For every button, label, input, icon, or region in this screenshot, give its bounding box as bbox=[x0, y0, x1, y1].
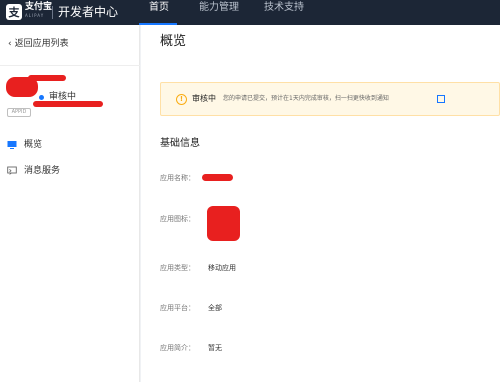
field-value-app-type: 移动应用 bbox=[208, 264, 236, 272]
alert-title: 审核中 bbox=[192, 94, 216, 103]
alipay-logo-icon[interactable]: 支 bbox=[6, 4, 22, 20]
redacted-app-icon bbox=[207, 206, 240, 241]
review-status-alert: ! 审核中 您的申请已提交，预计在1天内完成审核，扫一扫更快收到通知 bbox=[160, 82, 500, 116]
sidebar-item-overview[interactable]: 概览 bbox=[0, 135, 140, 155]
field-label-app-description: 应用简介： bbox=[160, 344, 195, 352]
alert-message: 您的申请已提交，预计在1天内完成审核，扫一扫更快收到通知 bbox=[223, 95, 389, 102]
logo-divider bbox=[52, 6, 53, 19]
sidebar-divider bbox=[0, 65, 140, 66]
warning-icon: ! bbox=[176, 94, 187, 105]
sidebar-item-label: 概览 bbox=[24, 140, 43, 150]
app-status-text: 审核中 bbox=[49, 92, 77, 102]
logo-subtext: ALIPAY bbox=[25, 13, 45, 18]
redacted-app-name bbox=[28, 75, 66, 81]
message-icon bbox=[7, 166, 17, 175]
page-title: 概览 bbox=[160, 34, 187, 49]
nav-capability-management[interactable]: 能力管理 bbox=[199, 0, 239, 25]
section-title-basic-info: 基础信息 bbox=[160, 138, 200, 149]
nav-home[interactable]: 首页 bbox=[149, 0, 169, 25]
sidebar-item-message-service[interactable]: 消息服务 bbox=[0, 161, 140, 181]
logo-text: 支付宝 bbox=[25, 2, 53, 12]
field-value-app-description: 暂无 bbox=[208, 344, 222, 352]
top-navigation-bar: 支 支付宝 ALIPAY 开发者中心 首页 能力管理 技术支持 bbox=[0, 0, 500, 25]
qr-code-icon[interactable] bbox=[437, 95, 445, 103]
main-content: 概览 ! 审核中 您的申请已提交，预计在1天内完成审核，扫一扫更快收到通知 基础… bbox=[141, 25, 500, 382]
field-label-app-platform: 应用平台： bbox=[160, 304, 195, 312]
logo-glyph: 支 bbox=[8, 5, 20, 19]
field-value-app-platform: 全部 bbox=[208, 304, 222, 312]
redacted-app-name-value bbox=[202, 174, 233, 181]
nav-tech-support[interactable]: 技术支持 bbox=[264, 0, 304, 25]
field-label-app-name: 应用名称： bbox=[160, 174, 195, 182]
back-to-app-list-link[interactable]: ‹ 返回应用列表 bbox=[8, 38, 69, 50]
field-label-app-icon: 应用图标： bbox=[160, 215, 195, 223]
sidebar: ‹ 返回应用列表 审核中 APPID 概览 消息服务 bbox=[0, 25, 140, 382]
sidebar-item-label: 消息服务 bbox=[24, 166, 61, 176]
site-title[interactable]: 开发者中心 bbox=[58, 3, 118, 21]
status-dot bbox=[39, 95, 44, 100]
field-label-app-type: 应用类型： bbox=[160, 264, 195, 272]
back-link-label: 返回应用列表 bbox=[14, 39, 69, 49]
chevron-left-icon: ‹ bbox=[8, 39, 12, 49]
monitor-icon bbox=[7, 141, 17, 149]
appid-tag: APPID bbox=[7, 108, 31, 117]
